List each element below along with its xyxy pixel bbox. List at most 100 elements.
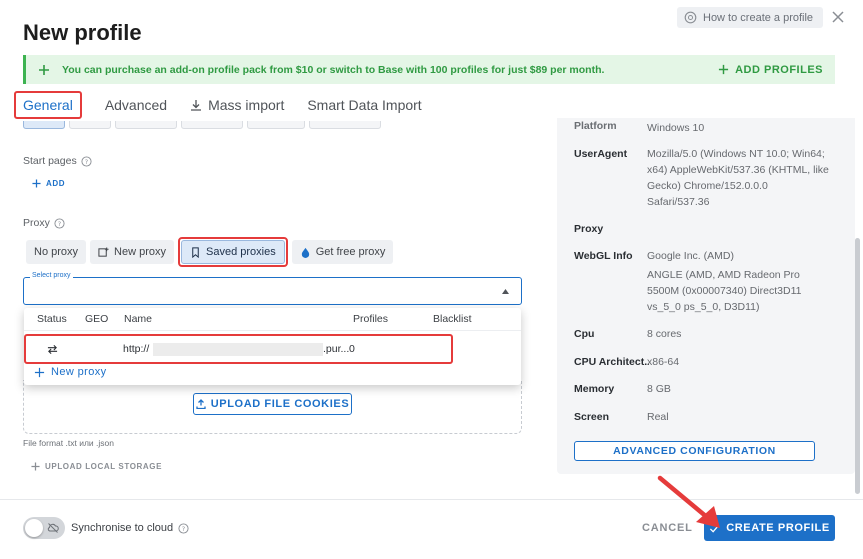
summary-key-memory: Memory	[574, 383, 615, 395]
os-option-cut[interactable]	[247, 121, 305, 129]
dialog-footer: Synchronise to cloud ? CANCEL CREATE PRO…	[0, 499, 863, 559]
upload-label: UPLOAD FILE COOKIES	[210, 398, 350, 410]
proxy-name-suffix: .pur...	[323, 343, 350, 355]
no-proxy-button[interactable]: No proxy	[26, 240, 87, 264]
plus-icon	[31, 462, 40, 471]
os-option-cut[interactable]	[309, 121, 381, 129]
tab-advanced[interactable]: Advanced	[105, 91, 167, 119]
tab-label: Smart Data Import	[307, 97, 422, 113]
os-option-cut[interactable]	[69, 121, 111, 129]
tab-bar: General Advanced Mass import Smart Data …	[14, 90, 445, 120]
proxy-row[interactable]: http:// .pur... 0	[24, 334, 453, 364]
help-icon[interactable]: ?	[178, 522, 189, 534]
sync-cloud-label: Synchronise to cloud ?	[71, 522, 189, 534]
swap-arrows-icon	[47, 344, 58, 355]
proxy-text: Proxy	[23, 217, 50, 229]
file-format-hint: File format .txt или .json	[23, 438, 114, 448]
get-free-proxy-button[interactable]: Get free proxy	[291, 240, 394, 264]
column-blacklist: Blacklist	[433, 313, 472, 325]
help-icon[interactable]: ?	[81, 155, 92, 167]
os-option-cut[interactable]	[23, 121, 65, 129]
close-icon[interactable]	[830, 9, 846, 25]
plus-icon	[34, 367, 45, 377]
start-pages-text: Start pages	[23, 155, 77, 167]
new-proxy-button[interactable]: New proxy	[90, 240, 174, 264]
button-label: Get free proxy	[315, 246, 386, 258]
help-circle-icon	[684, 11, 697, 24]
page-title: New profile	[23, 20, 142, 45]
os-selector-cut	[23, 121, 381, 129]
upload-storage-label: UPLOAD LOCAL STORAGE	[45, 462, 163, 471]
bookmark-icon	[192, 246, 199, 258]
summary-key-proxy: Proxy	[574, 223, 604, 235]
start-pages-label: Start pages ?	[23, 155, 92, 167]
create-label: CREATE PROFILE	[726, 522, 830, 534]
add-profiles-label: ADD PROFILES	[735, 63, 823, 76]
dropdown-header: Status GEO Name Profiles Blacklist	[24, 313, 521, 331]
summary-key-useragent: UserAgent	[574, 148, 628, 160]
summary-value-screen: Real	[647, 411, 669, 423]
saved-proxies-highlight: Saved proxies	[178, 237, 288, 267]
banner-message: You can purchase an add-on profile pack …	[62, 63, 605, 76]
profile-summary-panel: Platform Windows 10 UserAgent Mozilla/5.…	[557, 118, 855, 474]
tab-mass-import[interactable]: Mass import	[190, 91, 284, 119]
add-label: ADD	[46, 179, 66, 188]
select-proxy-field[interactable]: Select proxy	[23, 272, 522, 305]
plus-icon	[719, 64, 729, 75]
summary-key-webgl: WebGL Info	[574, 250, 633, 262]
plus-icon	[32, 179, 41, 188]
svg-text:?: ?	[58, 219, 61, 227]
saved-proxies-button[interactable]: Saved proxies	[181, 240, 285, 264]
tab-label: General	[23, 97, 73, 113]
proxy-name-prefix: http://	[123, 343, 150, 355]
tab-label: Mass import	[208, 97, 285, 113]
svg-text:?: ?	[182, 524, 185, 532]
upload-file-cookies-button[interactable]: UPLOAD FILE COOKIES	[193, 393, 352, 415]
add-start-page-button[interactable]: ADD	[32, 179, 65, 188]
button-label: New proxy	[114, 246, 166, 258]
summary-key-cpu: Cpu	[574, 328, 595, 340]
how-to-label: How to create a profile	[703, 11, 814, 24]
upgrade-banner: You can purchase an add-on profile pack …	[23, 55, 835, 84]
toggle-knob	[25, 519, 43, 537]
dropdown-new-proxy-button[interactable]: New proxy	[34, 366, 107, 378]
advanced-configuration-button[interactable]: ADVANCED CONFIGURATION	[574, 441, 815, 461]
tab-general[interactable]: General	[14, 91, 82, 119]
download-icon	[191, 100, 202, 111]
chevron-up-icon	[502, 289, 509, 294]
summary-value-cpu-arch: x86-64	[647, 356, 680, 368]
tab-smart-data-import[interactable]: Smart Data Import	[307, 91, 421, 119]
summary-value-useragent: Mozilla/5.0 (Windows NT 10.0; Win64; x64…	[647, 148, 829, 208]
cloud-off-icon	[47, 523, 59, 533]
button-label: Saved proxies	[206, 246, 276, 258]
summary-value-platform: Windows 10	[647, 122, 705, 134]
summary-value-webgl-vendor: Google Inc. (AMD)	[647, 250, 734, 262]
summary-value-webgl-renderer: ANGLE (AMD, AMD Radeon Pro 5500M (0x0000…	[647, 269, 802, 313]
how-to-button[interactable]: How to create a profile	[677, 7, 824, 28]
summary-key-cpu-arch: CPU Architect...	[574, 356, 649, 368]
column-profiles: Profiles	[353, 313, 389, 325]
upload-icon	[196, 399, 206, 409]
summary-key-screen: Screen	[574, 411, 610, 423]
summary-value-memory: 8 GB	[647, 383, 671, 395]
os-option-cut[interactable]	[115, 121, 177, 129]
scrollbar[interactable]	[855, 238, 860, 494]
help-icon[interactable]: ?	[54, 217, 65, 229]
sync-cloud-toggle[interactable]	[23, 517, 65, 539]
add-profiles-button[interactable]: ADD PROFILES	[718, 55, 823, 84]
os-option-cut[interactable]	[181, 121, 243, 129]
select-proxy-label: Select proxy	[30, 272, 73, 279]
tab-label: Advanced	[104, 97, 168, 113]
new-profile-dialog: New profile How to create a profile You …	[0, 0, 863, 559]
column-name: Name	[124, 313, 153, 325]
sync-text: Synchronise to cloud	[71, 522, 174, 534]
summary-value-cpu: 8 cores	[647, 328, 682, 340]
new-proxy-label: New proxy	[51, 366, 107, 378]
drop-icon	[301, 247, 309, 258]
column-geo: GEO	[85, 313, 109, 325]
svg-text:?: ?	[85, 157, 88, 165]
upload-local-storage-button[interactable]: UPLOAD LOCAL STORAGE	[31, 462, 162, 471]
annotation-arrow-icon	[657, 475, 720, 528]
add-box-icon	[98, 246, 109, 257]
column-status: Status	[37, 313, 67, 325]
